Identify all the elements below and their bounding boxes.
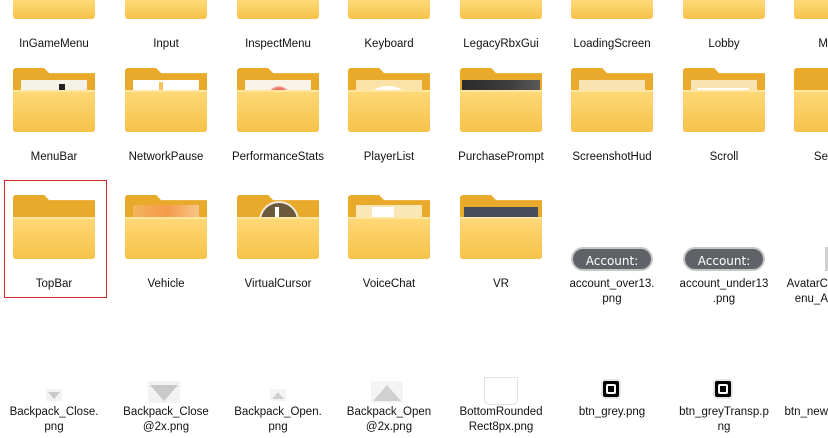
folder-label: MenuBar xyxy=(30,151,78,163)
folder-icon xyxy=(13,195,95,259)
folder-inspectmenu[interactable]: InspectMenu xyxy=(224,0,332,56)
folder-icon xyxy=(460,68,542,132)
triangle-up-icon xyxy=(371,381,403,403)
file-backpack-open-2x[interactable]: Backpack_Open @2x.png xyxy=(335,375,443,435)
folder-label: Se xyxy=(813,151,828,163)
folder-input[interactable]: Input xyxy=(112,0,220,56)
button-image-icon xyxy=(713,379,733,399)
folder-scroll[interactable]: Scroll xyxy=(670,68,778,178)
folder-keyboard[interactable]: Keyboard xyxy=(335,0,443,56)
folder-icon xyxy=(558,0,666,20)
file-backpack-open[interactable]: Backpack_Open. png xyxy=(224,375,332,435)
folder-vehicle[interactable]: Vehicle xyxy=(112,195,220,295)
folder-icon xyxy=(460,195,542,259)
folder-legacyrbxgui[interactable]: LegacyRbxGui xyxy=(447,0,555,56)
folder-label: VoiceChat xyxy=(362,278,416,290)
file-label: Backpack_Open @2x.png xyxy=(346,406,432,433)
folder-topbar[interactable]: TopBar xyxy=(0,195,108,295)
folder-icon xyxy=(237,68,319,132)
folder-label: NetworkPause xyxy=(128,151,204,163)
folder-icon xyxy=(683,68,765,132)
file-label: AvatarC enu_A xyxy=(786,278,828,305)
folder-icon xyxy=(0,0,108,20)
folder-performancestats[interactable]: PerformanceStats xyxy=(224,68,332,178)
account-badge-thumbnail: Account: <13 xyxy=(683,247,765,292)
folder-lobby[interactable]: Lobby xyxy=(670,0,778,56)
folder-label: TopBar xyxy=(35,278,73,290)
folder-icon xyxy=(224,0,332,20)
triangle-down-icon xyxy=(46,389,62,401)
button-image-icon xyxy=(601,379,621,399)
folder-icon xyxy=(781,0,828,20)
folder-label: Vehicle xyxy=(147,278,185,290)
folder-ingamemenu[interactable]: InGameMenu xyxy=(0,0,108,56)
file-btn-grey[interactable]: btn_grey.png xyxy=(558,375,666,435)
triangle-up-icon xyxy=(270,389,286,401)
folder-label: Keyboard xyxy=(364,38,414,50)
folder-icon xyxy=(125,68,207,132)
folder-label: LoadingScreen xyxy=(573,38,651,50)
file-bottomrounded-rect[interactable]: BottomRounded Rect8px.png xyxy=(447,375,555,435)
file-avatar-partial[interactable]: AvatarC enu_A xyxy=(781,195,828,305)
folder-virtualcursor[interactable]: VirtualCursor xyxy=(224,195,332,295)
folder-m-partial[interactable]: M xyxy=(781,0,828,56)
folder-icon xyxy=(237,195,319,259)
folder-label: PlayerList xyxy=(363,151,415,163)
folder-vr[interactable]: VR xyxy=(447,195,555,295)
folder-icon xyxy=(794,68,828,132)
folder-label: VR xyxy=(493,278,509,290)
file-btn-new-partial[interactable]: btn_new xyxy=(781,375,828,435)
folder-icon xyxy=(670,0,778,20)
folder-icon xyxy=(348,68,430,132)
file-label: account_over13. png xyxy=(569,278,655,305)
file-btn-greytransp[interactable]: btn_greyTransp.p ng xyxy=(670,375,778,435)
folder-label: PurchasePrompt xyxy=(458,151,544,163)
folder-label: VirtualCursor xyxy=(244,278,312,290)
file-backpack-close[interactable]: Backpack_Close. png xyxy=(0,375,108,435)
file-label: account_under13 .png xyxy=(679,278,769,305)
folder-icon xyxy=(13,68,95,132)
folder-label: M xyxy=(818,38,828,50)
account-badge-thumbnail: Account: 13+ xyxy=(571,247,653,292)
file-label: Backpack_Open. png xyxy=(234,406,322,433)
folder-loadingscreen[interactable]: LoadingScreen xyxy=(558,0,666,56)
file-label: BottomRounded Rect8px.png xyxy=(459,406,543,433)
folder-label: InspectMenu xyxy=(245,38,311,50)
file-label: btn_new xyxy=(784,406,828,418)
rounded-rect-icon xyxy=(484,377,518,405)
folder-icon xyxy=(112,0,220,20)
file-account-over13[interactable]: Account: 13+ account_over13. png xyxy=(558,195,666,305)
file-label: btn_greyTransp.p ng xyxy=(679,406,769,433)
folder-label: InGameMenu xyxy=(19,38,89,50)
file-label: btn_grey.png xyxy=(578,406,646,418)
folder-voicechat[interactable]: VoiceChat xyxy=(335,195,443,295)
folder-icon xyxy=(571,68,653,132)
folder-networkpause[interactable]: NetworkPause xyxy=(112,68,220,178)
folder-label: ScreenshotHud xyxy=(572,151,652,163)
folder-se-partial[interactable]: Se xyxy=(781,68,828,178)
folder-label: Input xyxy=(153,38,179,50)
folder-icon xyxy=(335,0,443,20)
folder-icon xyxy=(447,0,555,20)
file-label: Backpack_Close @2x.png xyxy=(123,406,209,433)
folder-screenshothud[interactable]: ScreenshotHud xyxy=(558,68,666,178)
folder-icon xyxy=(125,195,207,259)
folder-label: PerformanceStats xyxy=(231,151,325,163)
folder-purchaseprompt[interactable]: PurchasePrompt xyxy=(447,68,555,178)
folder-label: Scroll xyxy=(709,151,739,163)
folder-menubar[interactable]: MenuBar xyxy=(0,68,108,178)
file-label: Backpack_Close. png xyxy=(9,406,99,433)
folder-label: LegacyRbxGui xyxy=(463,38,539,50)
file-account-under13[interactable]: Account: <13 account_under13 .png xyxy=(670,195,778,305)
triangle-down-icon xyxy=(148,381,180,403)
folder-icon xyxy=(348,195,430,259)
folder-playerlist[interactable]: PlayerList xyxy=(335,68,443,178)
folder-label: Lobby xyxy=(708,38,740,50)
file-backpack-close-2x[interactable]: Backpack_Close @2x.png xyxy=(112,375,220,435)
